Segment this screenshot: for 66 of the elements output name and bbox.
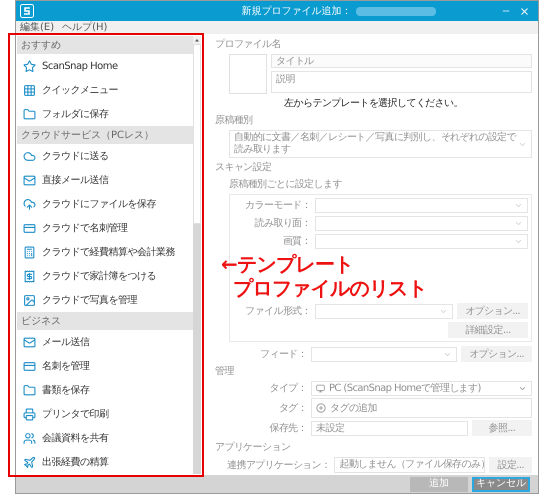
- template-item[interactable]: フォルダに保存: [17, 102, 193, 126]
- template-item[interactable]: 名刺を管理: [17, 354, 193, 378]
- template-item[interactable]: プリンタで印刷: [17, 402, 193, 426]
- card-icon: [23, 222, 36, 234]
- mail-icon: [23, 336, 36, 348]
- menu-item[interactable]: ヘルプ(H): [62, 22, 108, 32]
- card-icon: [23, 360, 36, 372]
- section-header: クラウドサービス（PCレス）: [17, 126, 193, 144]
- feed-dropdown[interactable]: [311, 346, 458, 362]
- field-label: カラーモード：: [244, 199, 311, 213]
- template-item[interactable]: クラウドで名刺管理: [17, 216, 193, 240]
- template-item[interactable]: クラウドで経費精算や会計業務: [17, 240, 193, 264]
- template-item[interactable]: 書類を保存: [17, 378, 193, 402]
- mail-icon: [23, 174, 36, 186]
- scrollbar[interactable]: [193, 36, 201, 474]
- section-header: おすすめ: [17, 36, 193, 54]
- section-label: 管理: [215, 365, 236, 379]
- template-item[interactable]: 会議資料を共有: [17, 426, 193, 450]
- template-item[interactable]: ScanSnap Home: [17, 54, 193, 78]
- folder-icon: [23, 384, 36, 396]
- window-title: 新規プロファイル追加：: [242, 4, 352, 18]
- plus-icon: [316, 403, 326, 413]
- template-item[interactable]: クラウドで写真を管理: [17, 288, 193, 312]
- field-label: 保存先：: [268, 422, 307, 436]
- template-item[interactable]: クラウドにファイルを保存: [17, 192, 193, 216]
- instruction-text: 左からテンプレートを選択してください。: [283, 96, 464, 111]
- cloud-icon: [23, 150, 36, 162]
- setting-dropdown[interactable]: [315, 216, 528, 231]
- template-item[interactable]: 直接メール送信: [17, 168, 193, 192]
- template-item[interactable]: クラウドに送る: [17, 144, 193, 168]
- template-item[interactable]: メール送信: [17, 330, 193, 354]
- field-label: 画質：: [282, 234, 311, 249]
- template-item[interactable]: クイックメニュー: [17, 78, 193, 102]
- section-header: ビジネス: [17, 312, 193, 330]
- receipt-icon: [23, 270, 36, 282]
- setting-dropdown[interactable]: [315, 234, 528, 249]
- image-icon: [23, 294, 36, 306]
- folder-icon: [23, 108, 36, 120]
- people-icon: [23, 432, 36, 444]
- field-label: 連携アプリケーション：: [227, 458, 330, 472]
- field-label: フィード：: [258, 348, 307, 362]
- menu-item[interactable]: 編集(E): [20, 22, 54, 32]
- monitor-icon: [316, 384, 325, 393]
- star-icon: [23, 60, 36, 72]
- thumbnail-box: [229, 54, 267, 94]
- section-label: スキャン設定: [215, 160, 272, 175]
- section-label: プロファイル名: [215, 38, 282, 52]
- template-item[interactable]: クラウドで家計簿をつける: [17, 264, 193, 288]
- cloud-upload-icon: [23, 198, 36, 210]
- plane-icon: [23, 456, 36, 468]
- template-item[interactable]: 出張経費の精算: [17, 450, 193, 474]
- logo-icon: [20, 4, 34, 18]
- annotation-text: ←テンプレート プロファイルのリスト: [221, 252, 428, 300]
- section-label: アプリケーション: [215, 440, 292, 455]
- hint-text: 原稿種別ごとに設定します: [229, 178, 343, 192]
- setting-dropdown[interactable]: [315, 198, 528, 213]
- grid-icon: [23, 84, 36, 96]
- setting-dropdown[interactable]: [315, 304, 454, 318]
- field-label: タイプ：: [268, 382, 307, 396]
- section-label: 原稿種別: [215, 114, 254, 128]
- field-label: ファイル形式：: [244, 304, 311, 318]
- printer-icon: [23, 408, 36, 420]
- close-icon[interactable]: [519, 6, 530, 16]
- field-label: 読み取り面：: [254, 216, 311, 231]
- calculator-icon: [23, 246, 36, 258]
- field-label: タグ：: [278, 402, 307, 416]
